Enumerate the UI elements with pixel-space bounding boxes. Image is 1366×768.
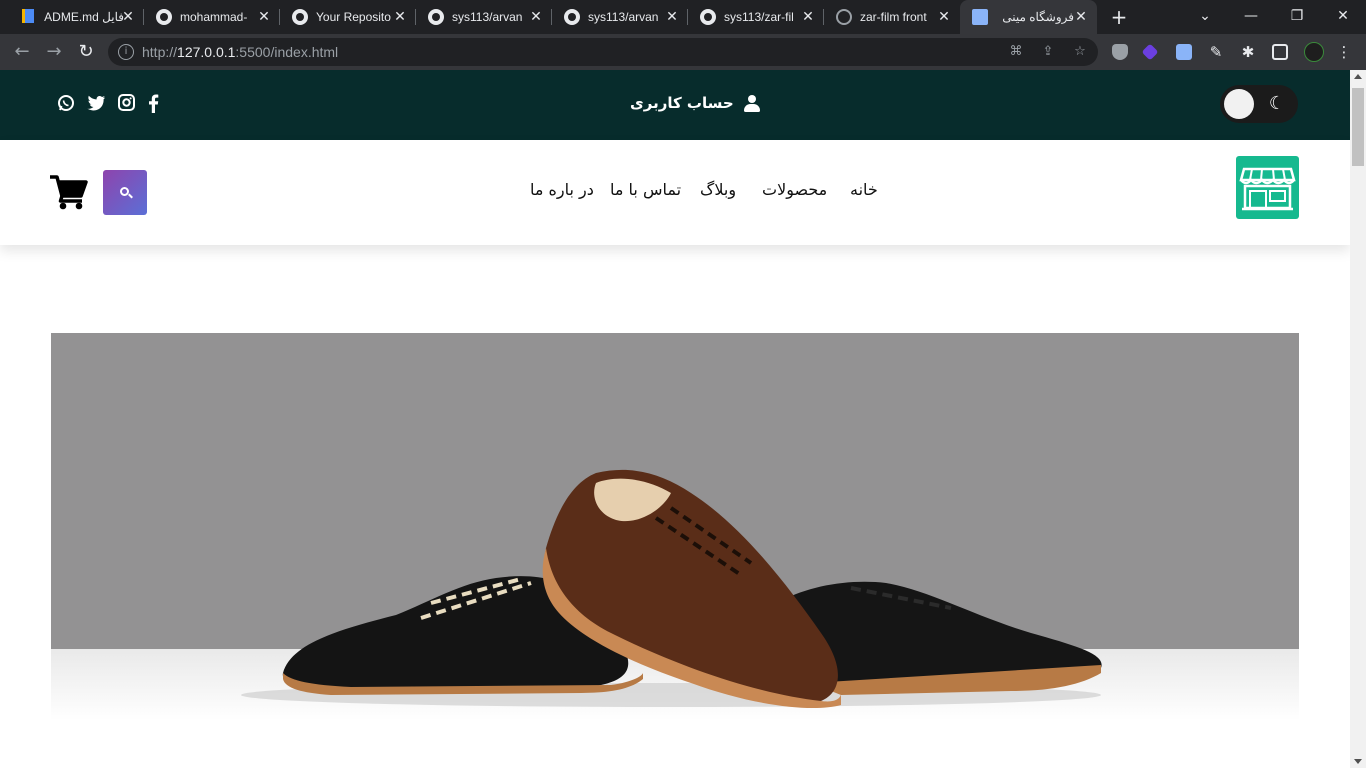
- nav-item-home[interactable]: خانه: [850, 178, 878, 202]
- github-icon: [564, 9, 580, 25]
- shoes-image: [241, 469, 1102, 709]
- restore-button[interactable]: ❐: [1274, 0, 1320, 34]
- globe-icon: [836, 9, 852, 25]
- close-icon[interactable]: ✕: [664, 9, 680, 25]
- user-icon: [743, 94, 760, 112]
- store-logo[interactable]: [1236, 156, 1299, 219]
- tab-title: فروشگاه مینی: [1002, 10, 1074, 24]
- bookmark-star-icon[interactable]: ☆: [1072, 44, 1088, 60]
- facebook-icon[interactable]: [142, 92, 164, 114]
- github-icon: [700, 9, 716, 25]
- browser-tab[interactable]: Your Reposito ✕: [280, 0, 416, 34]
- scrollbar-thumb[interactable]: [1352, 88, 1364, 166]
- browser-toolbar: ← → ↻ i http://127.0.0.1:5500/index.html…: [0, 34, 1366, 70]
- tab-title: zar-film front: [860, 10, 927, 24]
- side-panel-icon[interactable]: [1272, 44, 1288, 60]
- close-icon[interactable]: ✕: [120, 9, 136, 25]
- browser-tab[interactable]: mohammad- ✕: [144, 0, 280, 34]
- account-label: حساب کاربری: [630, 94, 734, 112]
- url-scheme: http://: [142, 44, 178, 60]
- github-icon: [428, 9, 444, 25]
- close-icon[interactable]: ✕: [528, 9, 544, 25]
- nav-item-about[interactable]: در باره ما: [530, 178, 594, 202]
- url-text: http://127.0.0.1:5500/index.html: [142, 44, 338, 60]
- scroll-up-arrow-icon[interactable]: [1354, 74, 1362, 79]
- user-account-link[interactable]: حساب کاربری: [630, 92, 760, 114]
- site-info-icon[interactable]: i: [118, 44, 134, 60]
- browser-tab-strip: فایل README.md ✕ mohammad- ✕ Your Reposi…: [0, 0, 1366, 34]
- site-header: خانه محصولات وبلاگ تماس با ما در باره ما: [0, 140, 1350, 245]
- tab-title: فایل README.md: [44, 10, 124, 24]
- shield-extension-icon[interactable]: [1112, 44, 1128, 60]
- close-icon[interactable]: ✕: [800, 9, 816, 25]
- book-icon: [20, 9, 36, 25]
- search-icon-handle: [128, 193, 133, 199]
- browser-tab[interactable]: فایل README.md ✕: [8, 0, 144, 34]
- page-scrollbar[interactable]: [1350, 70, 1366, 768]
- search-button[interactable]: [103, 170, 147, 215]
- twitter-icon[interactable]: [85, 92, 107, 114]
- minimize-button[interactable]: —: [1228, 0, 1274, 34]
- profile-avatar[interactable]: [1304, 42, 1324, 62]
- close-window-button[interactable]: ✕: [1320, 0, 1366, 34]
- hero-banner: [51, 333, 1299, 768]
- close-icon[interactable]: ✕: [256, 9, 272, 25]
- tab-title: Your Reposito: [316, 10, 391, 24]
- address-bar[interactable]: i http://127.0.0.1:5500/index.html ⌘ ⇪ ☆: [108, 38, 1098, 66]
- close-icon[interactable]: ✕: [1073, 9, 1089, 25]
- shop-icon: [972, 9, 988, 25]
- tab-title: mohammad-: [180, 10, 248, 24]
- browser-tab-active[interactable]: فروشگاه مینی ✕: [960, 0, 1097, 34]
- pen-extension-icon[interactable]: ✎: [1206, 42, 1226, 62]
- storefront-icon: [1239, 167, 1296, 211]
- forward-button[interactable]: →: [40, 38, 68, 66]
- browser-tab[interactable]: sys113/zar-fil ✕: [688, 0, 824, 34]
- dark-mode-toggle[interactable]: ☾: [1220, 85, 1298, 123]
- tab-search-button[interactable]: ⌄: [1182, 0, 1228, 34]
- browser-tab[interactable]: zar-film front ✕: [824, 0, 960, 34]
- docs-extension-icon[interactable]: [1176, 44, 1192, 60]
- back-button[interactable]: ←: [8, 38, 36, 66]
- tab-title: sys113/arvan: [452, 10, 523, 24]
- browser-tab[interactable]: sys113/arvan ✕: [416, 0, 552, 34]
- scroll-down-arrow-icon[interactable]: [1354, 759, 1362, 764]
- tab-title: sys113/arvan: [588, 10, 659, 24]
- share-icon[interactable]: ⇪: [1040, 44, 1056, 60]
- url-path: :5500/index.html: [235, 44, 339, 60]
- moon-icon: ☾: [1268, 93, 1286, 114]
- diamond-extension-icon[interactable]: [1141, 43, 1159, 61]
- reload-button[interactable]: ↻: [72, 38, 100, 66]
- tab-title: sys113/zar-fil: [724, 10, 794, 24]
- nav-item-products[interactable]: محصولات: [762, 178, 827, 202]
- extensions-puzzle-icon[interactable]: ✱: [1238, 42, 1258, 62]
- toggle-knob: [1224, 89, 1254, 119]
- top-bar: حساب کاربری ☾: [0, 70, 1350, 140]
- browser-menu-icon[interactable]: ⋮: [1334, 42, 1354, 62]
- whatsapp-icon[interactable]: [55, 92, 77, 114]
- instagram-icon[interactable]: [115, 92, 137, 114]
- nav-item-blog[interactable]: وبلاگ: [700, 178, 736, 202]
- browser-tab[interactable]: sys113/arvan ✕: [552, 0, 688, 34]
- github-icon: [292, 9, 308, 25]
- shopping-cart-icon[interactable]: [50, 174, 88, 210]
- close-icon[interactable]: ✕: [936, 9, 952, 25]
- translate-icon[interactable]: ⌘: [1008, 44, 1024, 60]
- close-icon[interactable]: ✕: [392, 9, 408, 25]
- new-tab-button[interactable]: +: [1107, 5, 1131, 29]
- nav-item-contact[interactable]: تماس با ما: [610, 178, 681, 202]
- github-icon: [156, 9, 172, 25]
- url-host: 127.0.0.1: [177, 44, 236, 60]
